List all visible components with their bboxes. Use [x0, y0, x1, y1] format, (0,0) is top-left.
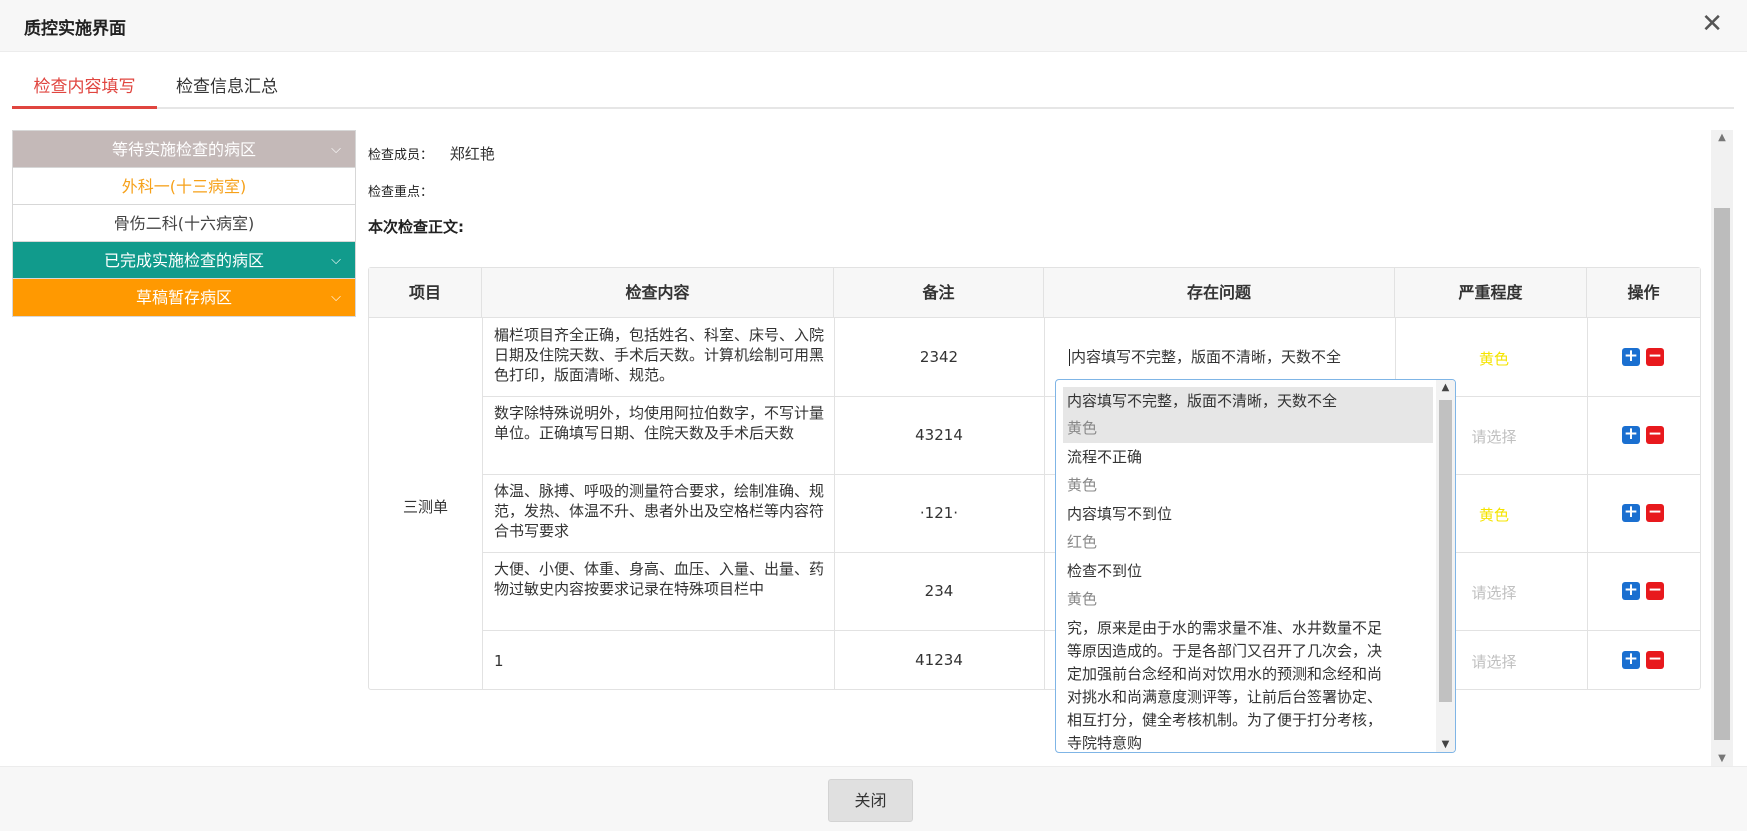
main-scrollbar-thumb[interactable]: [1714, 208, 1730, 740]
row-4-actions: + −: [1622, 582, 1670, 602]
dialog-footer: 关闭: [0, 766, 1747, 831]
problem-input-value: 内容填写不完整，版面不清晰，天数不全: [1071, 348, 1342, 366]
row-1-note[interactable]: 2342: [834, 348, 1044, 366]
table-header: 项目 检查内容 备注 存在问题 严重程度 操作: [369, 268, 1700, 318]
add-icon[interactable]: +: [1622, 582, 1640, 600]
row-5-actions: + −: [1622, 651, 1670, 671]
row-4-note[interactable]: 234: [834, 582, 1044, 600]
suggestion-option[interactable]: 流程不正确: [1063, 446, 1429, 468]
chevron-down-icon: ⌵: [331, 253, 341, 268]
suggestion-option[interactable]: 内容填写不到位: [1063, 503, 1429, 525]
focus-row: 检查重点：: [368, 181, 433, 200]
row-1-content: 楣栏项目齐全正确，包括姓名、科室、床号、入院日期及住院天数、手术后天数。计算机绘…: [494, 326, 825, 384]
ward-sidebar: 等待实施检查的病区 ⌵ 外科一(十三病室) 骨伤二科(十六病室) 已完成实施检查…: [12, 130, 356, 317]
remove-icon[interactable]: −: [1646, 504, 1664, 522]
draft-wards-header[interactable]: 草稿暂存病区 ⌵: [13, 279, 355, 316]
waiting-wards-header[interactable]: 等待实施检查的病区 ⌵: [13, 131, 355, 168]
dropdown-scrollbar-thumb[interactable]: [1439, 400, 1452, 702]
scroll-up-icon[interactable]: ▲: [1436, 382, 1455, 393]
problem-suggestions-dropdown: 内容填写不完整，版面不清晰，天数不全 黄色 流程不正确 黄色 内容填写不到位 红…: [1055, 379, 1456, 753]
remove-icon[interactable]: −: [1646, 426, 1664, 444]
col-actions: 操作: [1627, 283, 1660, 302]
col-severity: 严重程度: [1395, 268, 1587, 318]
waiting-wards-label: 等待实施检查的病区: [111, 140, 256, 159]
tab-bar: 检查内容填写 检查信息汇总: [12, 52, 1734, 109]
suggestion-long-line[interactable]: 对挑水和尚满意度测评等，让前后台签署协定、: [1063, 686, 1429, 708]
row-2-content: 数字除特殊说明外，均使用阿拉伯数字，不写计量单位。正确填写日期、住院天数及手术后…: [494, 404, 825, 442]
dropdown-scrollbar[interactable]: ▲ ▼: [1436, 380, 1455, 752]
row-4-content: 大便、小便、体重、身高、血压、入量、出量、药物过敏史内容按要求记录在特殊项目栏中: [494, 560, 825, 598]
col-item: 项目: [369, 268, 482, 318]
suggestion-long-line[interactable]: 究，原来是由于水的需求量不准、水井数量不足: [1063, 617, 1429, 639]
completed-wards-label: 已完成实施检查的病区: [103, 251, 264, 270]
scroll-up-icon[interactable]: ▲: [1711, 132, 1733, 143]
main-scrollbar[interactable]: ▲ ▼: [1711, 130, 1733, 766]
row-5-note[interactable]: 41234: [834, 651, 1044, 669]
suggestion-severity: 黄色: [1067, 419, 1098, 437]
suggestion-severity: 红色: [1067, 533, 1098, 551]
ward-item[interactable]: 骨伤二科(十六病室): [13, 205, 355, 242]
scroll-down-icon[interactable]: ▼: [1711, 753, 1733, 764]
suggestion-severity: 黄色: [1067, 476, 1098, 494]
row-1-severity[interactable]: 黄色: [1399, 348, 1589, 369]
row-3-note[interactable]: ·121·: [834, 504, 1044, 522]
body-label: 本次检查正文:: [368, 218, 464, 236]
suggestion-option[interactable]: 检查不到位: [1063, 560, 1429, 582]
add-icon[interactable]: +: [1622, 348, 1640, 366]
tab-check-content[interactable]: 检查内容填写: [12, 72, 157, 109]
member-label: 检查成员：: [368, 148, 434, 163]
close-button[interactable]: 关闭: [828, 779, 913, 822]
chevron-down-icon: ⌵: [331, 142, 341, 157]
scroll-down-icon[interactable]: ▼: [1436, 739, 1455, 750]
text-caret: [1069, 349, 1070, 366]
add-icon[interactable]: +: [1622, 651, 1640, 669]
item-name: 三测单: [402, 498, 448, 516]
focus-label: 检查重点：: [368, 185, 434, 200]
chevron-down-icon: ⌵: [331, 290, 341, 305]
row-5-content: 1: [494, 652, 504, 670]
col-content: 检查内容: [482, 268, 834, 318]
tab-check-summary[interactable]: 检查信息汇总: [176, 72, 306, 109]
suggestion-severity: 黄色: [1067, 590, 1098, 608]
ward-item-selected[interactable]: 外科一(十三病室): [13, 168, 355, 205]
remove-icon[interactable]: −: [1646, 582, 1664, 600]
add-icon[interactable]: +: [1622, 504, 1640, 522]
dialog-title: 质控实施界面: [24, 19, 126, 39]
suggestion-option[interactable]: 内容填写不完整，版面不清晰，天数不全: [1063, 390, 1429, 412]
row-3-content: 体温、脉搏、呼吸的测量符合要求，绘制准确、规范，发热、体温不升、患者外出及空格栏…: [494, 482, 825, 540]
member-row: 检查成员： 郑红艳: [368, 143, 495, 164]
draft-wards-label: 草稿暂存病区: [135, 288, 232, 307]
remove-icon[interactable]: −: [1646, 348, 1664, 366]
col-problem: 存在问题: [1044, 268, 1395, 318]
problem-input[interactable]: 内容填写不完整，版面不清晰，天数不全: [1069, 346, 1341, 367]
row-3-actions: + −: [1622, 504, 1670, 524]
suggestion-long-line[interactable]: 相互打分，健全考核机制。为了便于打分考核，: [1063, 709, 1429, 731]
row-2-actions: + −: [1622, 426, 1670, 446]
member-value: 郑红艳: [449, 145, 495, 163]
close-icon[interactable]: ✕: [1701, 11, 1723, 37]
add-icon[interactable]: +: [1622, 426, 1640, 444]
suggestion-long-line[interactable]: 寺院特意购: [1063, 732, 1429, 752]
row-1-actions: + −: [1622, 348, 1670, 368]
suggestion-long-line[interactable]: 等原因造成的。于是各部门又召开了几次会，决: [1063, 640, 1429, 662]
col-note: 备注: [834, 268, 1044, 318]
check-table: 项目 检查内容 备注 存在问题 严重程度 操作 三测单 楣栏项目齐全正确，包括姓…: [368, 267, 1701, 690]
completed-wards-header[interactable]: 已完成实施检查的病区 ⌵: [13, 242, 355, 279]
suggestion-long-line[interactable]: 定加强前台念经和尚对饮用水的预测和念经和尚: [1063, 663, 1429, 685]
row-2-note[interactable]: 43214: [834, 426, 1044, 444]
remove-icon[interactable]: −: [1646, 651, 1664, 669]
dialog-header: 质控实施界面 ✕: [0, 0, 1747, 52]
